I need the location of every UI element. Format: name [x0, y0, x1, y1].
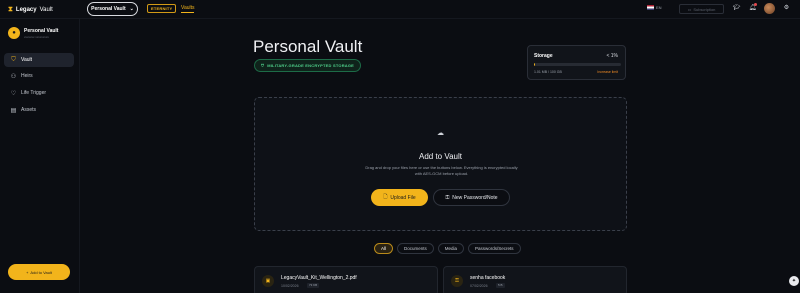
- cloud-upload-icon: ☁: [437, 130, 444, 137]
- storage-percent: < 1%: [606, 53, 618, 59]
- sidebar: ● Personal Vault xxxxxxx xxxxxxxxx ⛉ Vau…: [0, 19, 80, 293]
- storage-progress-bar: [534, 63, 621, 66]
- shield-icon: ⛉: [11, 56, 16, 63]
- document-icon: ▣: [262, 275, 274, 287]
- hourglass-icon: ⧗: [8, 6, 13, 13]
- vault-selector[interactable]: Personal Vault ⌄: [87, 2, 138, 16]
- new-password-note-button[interactable]: ⚿ New Password/Note: [433, 189, 510, 206]
- vault-item-name: senha facebook: [470, 275, 506, 281]
- filter-all[interactable]: All: [374, 243, 394, 254]
- file-icon: 🗋: [383, 193, 388, 200]
- filter-passwords-secrets[interactable]: Passwords/Secrets: [468, 243, 521, 254]
- vault-item-name: LegacyVault_Kit_Wellington_2.pdf: [281, 275, 357, 281]
- sidebar-item-label: Life Trigger: [21, 90, 47, 96]
- new-password-note-label: New Password/Note: [452, 194, 498, 201]
- storage-card: Storage < 1% 1.01 MB / 100 GB Increase l…: [527, 45, 626, 80]
- plus-icon: +: [26, 269, 29, 275]
- shield-check-icon: ⛉: [261, 63, 265, 68]
- filter-tabs: All Documents Media Passwords/Secrets: [374, 243, 521, 254]
- us-flag-icon: [647, 5, 654, 10]
- vault-selector-label: Personal Vault: [91, 6, 126, 12]
- language-selector[interactable]: EN: [647, 5, 662, 10]
- storage-used: 1.01 MB / 100 GB: [534, 70, 562, 74]
- logo-text-light: Vault: [39, 7, 53, 13]
- app: ⧗ Legacy Vault Personal Vault ⌄ ETERNITY …: [0, 0, 800, 293]
- add-to-vault-label: Add to Vault: [30, 269, 52, 275]
- dropzone-title: Add to Vault: [419, 152, 462, 161]
- storage-progress-fill: [534, 63, 535, 66]
- graduation-cap-icon[interactable]: 🎓︎: [732, 4, 741, 13]
- heartbeat-icon: ♡: [10, 90, 17, 97]
- help-chat-icon[interactable]: ✦: [789, 276, 799, 286]
- sidebar-item-heirs[interactable]: ⚇ Heirs: [4, 69, 74, 83]
- page-title: Personal Vault: [253, 37, 363, 56]
- logo[interactable]: ⧗ Legacy Vault: [8, 6, 53, 14]
- assets-icon: ▤: [10, 107, 17, 114]
- dropzone-description: Drag and drop your files here or use the…: [365, 165, 518, 176]
- vault-item-size: 73 KB: [307, 283, 320, 288]
- key-icon: ⚿: [445, 194, 450, 201]
- sidebar-item-label: Vault: [21, 57, 33, 63]
- card-icon: ▭: [687, 6, 692, 12]
- vault-profile[interactable]: ● Personal Vault xxxxxxx xxxxxxxxx: [8, 27, 58, 39]
- sidebar-item-vault[interactable]: ⛉ Vault: [4, 53, 74, 67]
- chevron-down-icon: ⌄: [129, 6, 134, 12]
- filter-media[interactable]: Media: [437, 243, 465, 254]
- sidebar-item-assets[interactable]: ▤ Assets: [4, 103, 74, 117]
- sidebar-item-life-trigger[interactable]: ♡ Life Trigger: [4, 86, 74, 100]
- plan-badge: ETERNITY: [147, 4, 177, 13]
- vault-profile-subtitle: xxxxxxx xxxxxxxxx: [24, 34, 49, 39]
- sidebar-item-label: Assets: [21, 107, 37, 113]
- vault-item-date: 07/02/2026: [470, 284, 488, 288]
- top-bar: ⧗ Legacy Vault Personal Vault ⌄ ETERNITY …: [0, 0, 800, 19]
- avatar[interactable]: [764, 3, 775, 14]
- vault-avatar-icon: ●: [8, 27, 20, 39]
- users-icon: ⚇: [10, 73, 17, 80]
- vault-item-card[interactable]: ▣ LegacyVault_Kit_Wellington_2.pdf 10/02…: [254, 266, 438, 293]
- increase-limit-link[interactable]: Increase limit: [597, 70, 618, 74]
- encryption-badge-label: MILITARY-GRADE ENCRYPTED STORAGE: [267, 63, 355, 68]
- language-label: EN: [656, 5, 662, 10]
- nav-active-indicator: [181, 12, 194, 13]
- encryption-badge: ⛉ MILITARY-GRADE ENCRYPTED STORAGE: [254, 59, 362, 72]
- vault-item-size: 5 B: [496, 283, 505, 288]
- subscription-label: Subscription: [693, 6, 716, 12]
- storage-title: Storage: [534, 53, 553, 59]
- add-to-vault-button[interactable]: + Add to Vault: [8, 264, 70, 280]
- logo-text-bold: Legacy: [15, 7, 37, 13]
- sidebar-item-label: Heirs: [21, 73, 33, 79]
- upload-file-label: Upload File: [390, 194, 416, 201]
- filter-documents[interactable]: Documents: [397, 243, 434, 254]
- vault-item-date: 10/02/2026: [281, 284, 299, 288]
- upload-file-button[interactable]: 🗋 Upload File: [371, 189, 428, 206]
- gear-icon[interactable]: ⚙: [782, 4, 791, 13]
- key-icon: ⚿: [451, 275, 463, 287]
- nav-vaults[interactable]: Vaults: [181, 5, 195, 11]
- upload-dropzone[interactable]: ☁ Add to Vault Drag and drop your files …: [254, 97, 627, 231]
- notification-dot: [754, 3, 757, 6]
- subscription-button[interactable]: ▭ Subscription: [679, 4, 724, 14]
- vault-profile-name: Personal Vault: [24, 27, 59, 34]
- vault-item-card[interactable]: ⚿ senha facebook 07/02/2026 5 B: [443, 266, 627, 293]
